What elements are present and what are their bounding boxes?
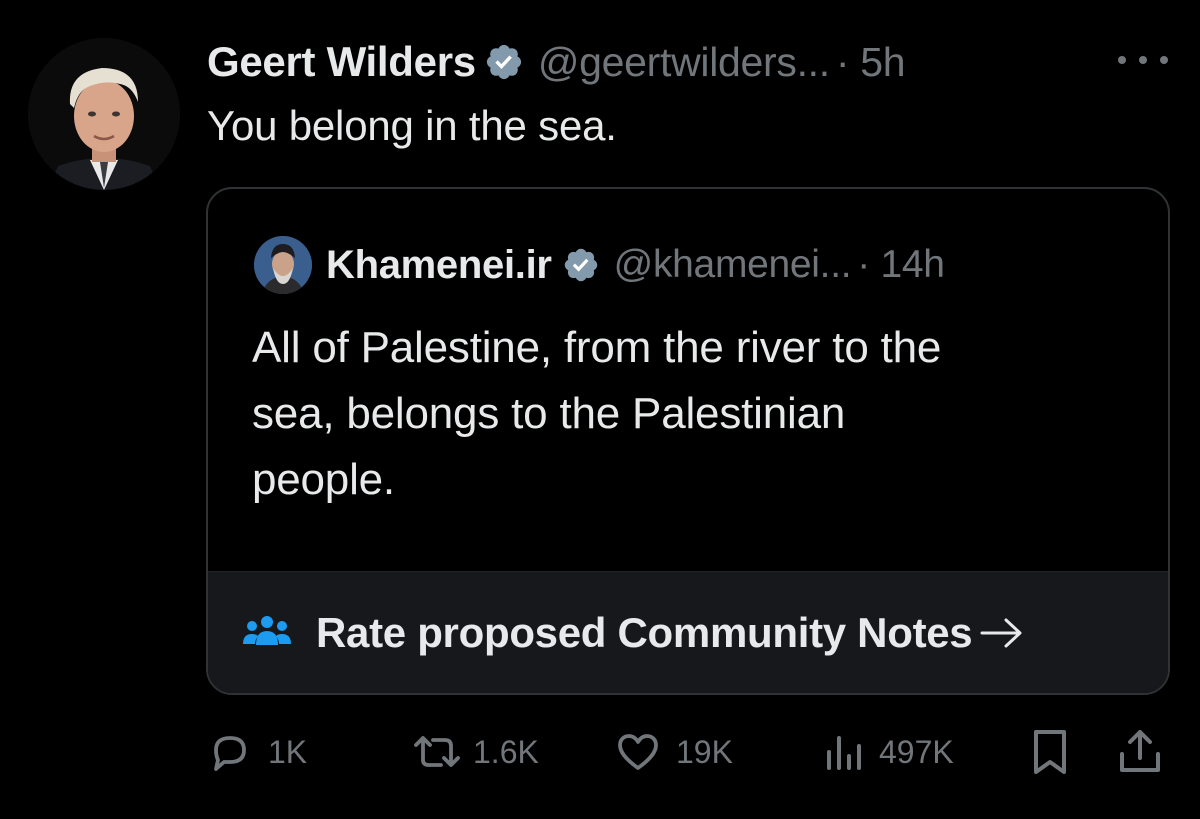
- quoted-tweet-text-line: people.: [252, 455, 395, 504]
- heart-icon: [614, 728, 662, 776]
- verified-badge-icon: [562, 246, 600, 284]
- views-count: 497K: [879, 733, 954, 770]
- author-avatar[interactable]: [28, 38, 180, 190]
- people-icon: [242, 613, 292, 653]
- quoted-tweet-header: Khamenei.ir @khamenei... · 14h: [254, 235, 945, 295]
- author-name[interactable]: Geert Wilders: [207, 38, 476, 86]
- tweet: Geert Wilders @geertwilders... · 5h You …: [0, 0, 1200, 819]
- quoted-author-handle[interactable]: @khamenei...: [614, 243, 852, 287]
- tweet-header: Geert Wilders @geertwilders... · 5h: [207, 34, 906, 90]
- quoted-author-avatar-image: [254, 236, 312, 294]
- community-notes-label: Rate proposed Community Notes: [316, 608, 973, 656]
- share-button[interactable]: [1114, 722, 1166, 782]
- more-options-icon[interactable]: [1118, 48, 1168, 72]
- tweet-text: You belong in the sea.: [207, 102, 617, 149]
- quoted-tweet-text-line: sea, belongs to the Palestinian: [252, 389, 846, 438]
- reply-icon: [206, 728, 254, 776]
- quoted-tweet-text: All of Palestine, from the river to the …: [252, 315, 1132, 513]
- like-count: 19K: [676, 733, 733, 770]
- action-bar: 1K 1.6K 19K 497K: [206, 722, 1170, 782]
- like-button[interactable]: 19K: [614, 722, 733, 782]
- bookmark-icon: [1028, 726, 1072, 778]
- verified-badge-icon: [484, 42, 524, 82]
- quoted-tweet-timestamp[interactable]: · 14h: [857, 243, 945, 287]
- arrow-right-icon: [980, 616, 1024, 650]
- quoted-tweet[interactable]: Khamenei.ir @khamenei... · 14h All of Pa…: [206, 187, 1170, 695]
- quoted-author-name[interactable]: Khamenei.ir: [326, 243, 552, 288]
- rate-community-notes-button[interactable]: Rate proposed Community Notes: [208, 571, 1168, 693]
- share-icon: [1114, 726, 1166, 778]
- reply-count: 1K: [268, 733, 308, 770]
- author-handle[interactable]: @geertwilders...: [538, 39, 830, 86]
- retweet-button[interactable]: 1.6K: [411, 722, 539, 782]
- views-button[interactable]: 497K: [823, 722, 954, 782]
- reply-button[interactable]: 1K: [206, 722, 307, 782]
- retweet-icon: [411, 728, 463, 776]
- tweet-timestamp[interactable]: · 5h: [836, 39, 906, 86]
- bookmark-button[interactable]: [1028, 722, 1072, 782]
- author-avatar-image: [28, 38, 180, 190]
- quoted-tweet-text-line: All of Palestine, from the river to the: [252, 323, 942, 372]
- retweet-count: 1.6K: [473, 733, 539, 770]
- quoted-author-avatar[interactable]: [254, 236, 312, 294]
- views-icon: [823, 728, 865, 776]
